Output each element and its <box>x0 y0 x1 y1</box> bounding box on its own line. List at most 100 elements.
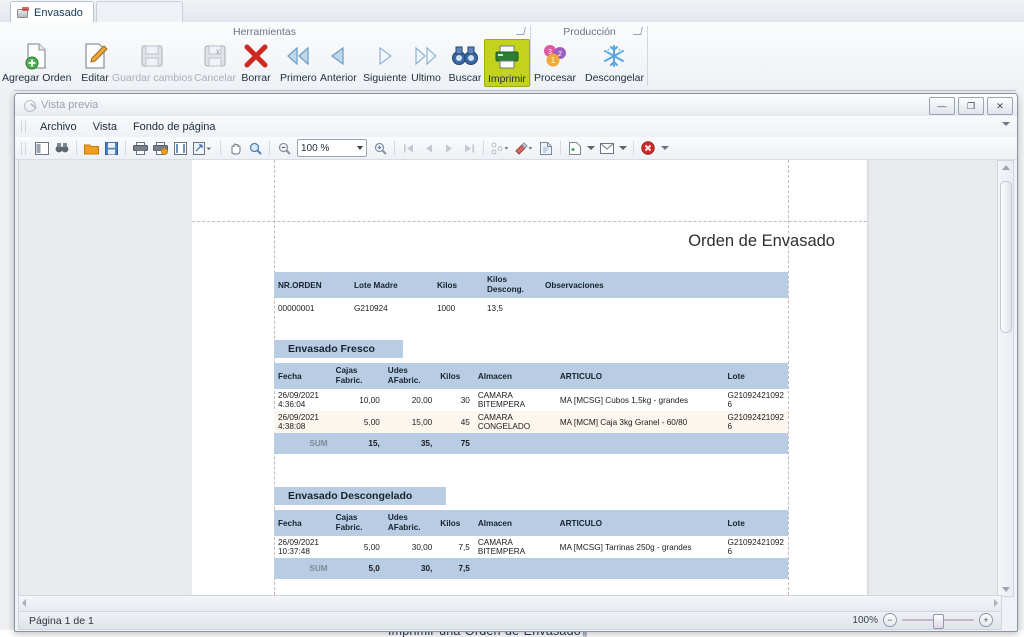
cell-fecha-date: 26/09/2021 <box>278 413 319 422</box>
menu-vista[interactable]: Vista <box>85 119 125 135</box>
buscar-button[interactable]: Buscar <box>448 41 482 84</box>
maximize-button[interactable]: ❐ <box>958 97 984 115</box>
scroll-up-icon[interactable] <box>1002 165 1010 170</box>
sum-blank-3 <box>723 433 788 454</box>
dialog-launcher-icon[interactable] <box>516 27 526 35</box>
cell-almacen: CAMARA CONGELADO <box>474 411 556 433</box>
cell-almacen-line1: CAMARA <box>477 538 513 547</box>
sum-blank-2 <box>555 558 724 579</box>
report-title: Orden de Envasado <box>688 232 835 250</box>
zoom-slider-track[interactable] <box>902 614 974 629</box>
find-icon[interactable] <box>53 139 71 157</box>
export-icon[interactable] <box>566 139 584 157</box>
zoom-in-button[interactable]: + <box>979 613 993 627</box>
agregar-orden-label: Agregar Orden <box>2 72 72 84</box>
col-lote: Lote <box>723 363 788 389</box>
sum-blank-2 <box>555 433 724 454</box>
chevron-down-icon[interactable] <box>357 146 363 150</box>
cell-fecha-time: 4:36:04 <box>278 400 306 409</box>
agregar-orden-button[interactable]: Agregar Orden <box>2 41 71 84</box>
buscar-label: Buscar <box>448 72 482 84</box>
zoom-out-icon[interactable] <box>275 139 293 157</box>
vertical-scroll-thumb[interactable] <box>1000 181 1012 333</box>
descongelar-button[interactable]: Descongelar <box>585 41 644 84</box>
quick-print-icon[interactable] <box>151 139 169 157</box>
ribbon-tab-envasado[interactable]: Envasado <box>10 1 94 24</box>
cell-fecha-date: 26/09/2021 <box>278 538 319 547</box>
section-table-fresco: Fecha Cajas Fabric. Udes AFabric. Kilos … <box>274 363 788 454</box>
ribbon-group-produccion: Producción 3 2 1 Procesar Descongelar <box>533 22 646 90</box>
multiple-pages-icon[interactable] <box>489 139 511 157</box>
page-indicator: Página 1 de 1 <box>29 614 94 627</box>
col-almacen: Almacen <box>473 510 556 536</box>
dialog-launcher-icon-produccion[interactable] <box>633 27 643 35</box>
preview-horizontal-scrollbar[interactable] <box>18 595 1002 612</box>
borrar-button[interactable]: Borrar <box>239 41 273 84</box>
preview-document-area[interactable]: Orden de Envasado NR.ORDEN Lote Madre Ki… <box>18 160 1002 596</box>
email-dropdown-icon[interactable] <box>618 139 628 157</box>
scroll-left-icon[interactable] <box>22 599 26 607</box>
menu-fondo-de-pagina[interactable]: Fondo de página <box>125 119 224 135</box>
svg-text:3: 3 <box>548 49 552 56</box>
save-icon[interactable] <box>102 139 120 157</box>
menubar-overflow-icon[interactable] <box>1002 122 1010 126</box>
toolbar-grip[interactable] <box>21 141 26 155</box>
toolbar-overflow-icon[interactable] <box>659 139 670 157</box>
print-icon <box>490 42 524 72</box>
imprimir-button[interactable]: Imprimir <box>484 39 530 87</box>
col-fecha: Fecha <box>274 363 332 389</box>
svg-text:1: 1 <box>551 56 556 65</box>
page-guide-right <box>788 160 789 595</box>
page-color-icon[interactable] <box>513 139 535 157</box>
cell-almacen-line1: CAMARA <box>477 391 513 400</box>
scroll-right-icon[interactable] <box>994 599 998 607</box>
thumbnails-icon[interactable] <box>33 139 51 157</box>
scroll-down-icon[interactable] <box>1002 587 1010 592</box>
page-setup-icon[interactable] <box>171 139 189 157</box>
menubar-grip[interactable] <box>21 120 26 133</box>
email-icon[interactable] <box>598 139 616 157</box>
cell-kilos: 30 <box>460 395 470 405</box>
col-cajas-fabric: Cajas Fabric. <box>331 363 384 389</box>
zoom-out-button[interactable]: − <box>883 613 897 627</box>
ultimo-button[interactable]: Ultimo <box>409 41 443 84</box>
print-icon[interactable] <box>131 139 149 157</box>
cancel-disk-icon: x <box>198 41 232 71</box>
open-folder-icon[interactable] <box>82 139 100 157</box>
close-preview-icon[interactable] <box>639 139 657 157</box>
close-button[interactable]: ✕ <box>987 97 1013 115</box>
export-dropdown-icon[interactable] <box>586 139 596 157</box>
cell-articulo: MA [MCM] Caja 3kg Granel - 60/80 <box>559 417 688 427</box>
section-descongelado-header-row: Fecha Cajas Fabric. Udes AFabric. Kilos … <box>274 510 788 536</box>
procesar-button[interactable]: 3 2 1 Procesar <box>534 41 576 84</box>
zoom-slider-widget[interactable]: 100% − + <box>852 613 993 629</box>
scale-icon[interactable] <box>191 139 215 157</box>
toolbar-separator-8 <box>633 141 634 155</box>
primero-button[interactable]: Primero <box>280 41 317 84</box>
print-preview-window: Vista previa — ❐ ✕ Archivo Vista Fondo d… <box>14 93 1018 632</box>
watermark-icon[interactable] <box>537 139 555 157</box>
add-document-icon <box>20 41 54 71</box>
zoom-combobox[interactable]: 100 % <box>297 139 367 157</box>
cell-almacen-line2: BITEMPERA <box>477 400 526 409</box>
previous-record-icon <box>321 41 355 71</box>
table-row: 26/09/2021 4:38:08 5,00 15,00 45 CAMARA … <box>274 411 788 433</box>
minimize-icon: — <box>937 101 947 111</box>
preview-titlebar[interactable]: Vista previa — ❐ ✕ <box>15 94 1017 117</box>
hand-tool-icon[interactable] <box>226 139 244 157</box>
anterior-button[interactable]: Anterior <box>320 41 357 84</box>
zoom-slider-thumb[interactable] <box>933 614 944 629</box>
magnifier-icon[interactable] <box>246 139 264 157</box>
siguiente-button[interactable]: Siguiente <box>363 41 407 84</box>
minimize-button[interactable]: — <box>929 97 955 115</box>
preview-title-group: Vista previa <box>23 99 98 112</box>
save-disk-icon <box>135 41 169 71</box>
menu-archivo[interactable]: Archivo <box>32 119 85 135</box>
zoom-in-icon[interactable] <box>371 139 389 157</box>
cell-lote-line2: 6 <box>727 400 733 409</box>
preview-vertical-scrollbar[interactable] <box>997 160 1014 597</box>
procesar-label: Procesar <box>534 72 577 84</box>
ribbon-tab-empty[interactable] <box>96 1 183 22</box>
editar-button[interactable]: Editar <box>78 41 112 84</box>
col-udes-afabric: Udes AFabric. <box>383 510 437 536</box>
